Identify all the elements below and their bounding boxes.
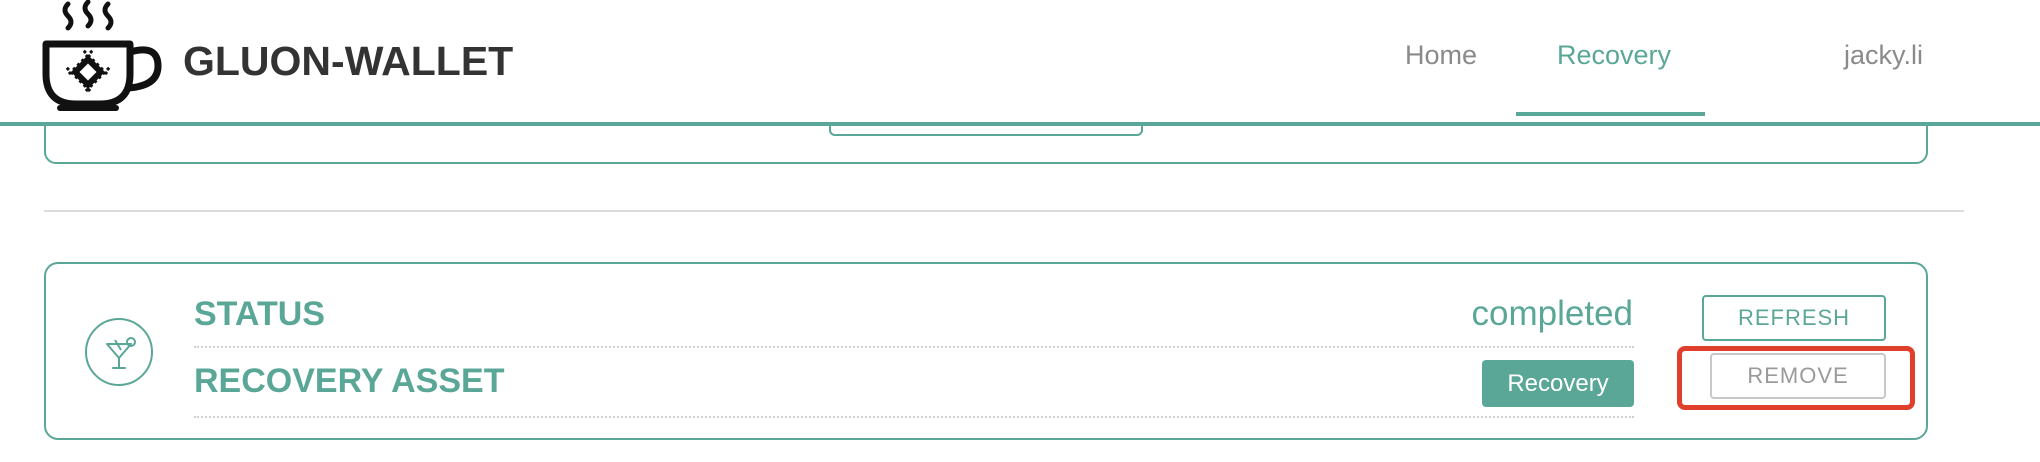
active-tab-indicator [1516,112,1705,116]
cocktail-icon [85,318,153,386]
coffee-cup-logo-icon[interactable] [40,0,166,114]
recovery-asset-label: RECOVERY ASSET [194,362,505,400]
recovery-card [44,262,1928,440]
status-label: STATUS [194,295,325,333]
nav-recovery-link[interactable]: Recovery [1557,40,1671,71]
row-divider [194,416,1634,418]
status-value: completed [1471,294,1633,333]
nav-home-link[interactable]: Home [1405,40,1477,71]
brand-name[interactable]: GLUON-WALLET [183,38,513,85]
row-divider [194,346,1634,348]
refresh-button[interactable]: REFRESH [1702,295,1886,341]
user-menu[interactable]: jacky.li [1844,40,1923,71]
top-navbar: GLUON-WALLET Home Recovery jacky.li [0,0,2040,126]
highlight-annotation [1677,346,1915,410]
recovery-button[interactable]: Recovery [1482,360,1634,407]
section-divider [44,210,1964,212]
